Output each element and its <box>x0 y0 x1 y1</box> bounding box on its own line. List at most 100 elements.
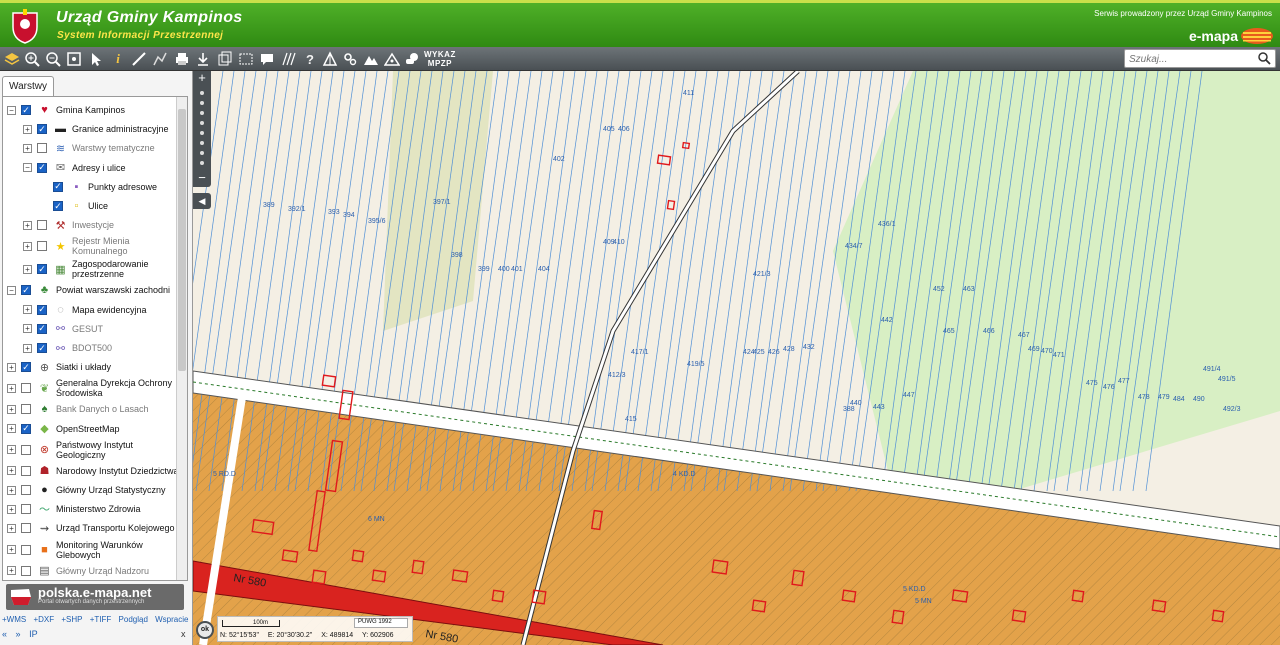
layer-checkbox[interactable]: ✓ <box>37 264 47 275</box>
layer-checkbox[interactable]: ✓ <box>37 162 47 173</box>
layer-item[interactable]: − ✓ ✉ Adresy i ulice <box>23 159 126 177</box>
layer-item[interactable]: + ☗ Narodowy Instytut Dziedzictwa <box>7 462 179 480</box>
layer-checkbox[interactable] <box>37 143 47 154</box>
layer-checkbox[interactable]: ✓ <box>21 423 31 434</box>
layer-checkbox[interactable] <box>21 444 31 455</box>
expand-toggle[interactable]: + <box>7 466 16 476</box>
layer-item[interactable]: + ✓ ◌ Mapa ewidencyjna <box>23 301 147 319</box>
layer-checkbox[interactable] <box>37 241 47 252</box>
layer-item[interactable]: + ⚒ Inwestycje <box>23 216 114 234</box>
layer-item[interactable]: + ✓ ⚯ GESUT <box>23 320 103 338</box>
map-view[interactable]: 411 405 406 402 397/1 389 392/1 393 394 395/6 398 3… <box>193 71 1280 645</box>
zoom-in-icon[interactable] <box>22 49 42 69</box>
expand-toggle[interactable]: + <box>7 445 16 455</box>
layer-checkbox[interactable] <box>21 504 31 515</box>
expand-toggle[interactable]: + <box>23 343 32 353</box>
layer-item[interactable]: + ✓ ▬ Granice administracyjne <box>23 120 169 138</box>
zoom-level-dot[interactable] <box>200 151 204 155</box>
layer-item[interactable]: + ▤ Główny Urząd Nadzoru <box>7 562 149 580</box>
expand-toggle[interactable]: + <box>23 305 32 315</box>
tab-layers[interactable]: Warstwy <box>2 76 54 96</box>
wykaz-mpzp-button[interactable]: WYKAZ MPZP <box>424 50 456 68</box>
mountain-icon[interactable] <box>361 49 381 69</box>
layer-checkbox[interactable] <box>21 544 31 555</box>
expand-toggle[interactable]: + <box>23 143 32 153</box>
zoom-extent-icon[interactable] <box>64 49 84 69</box>
layer-tree-scrollbar[interactable] <box>176 97 187 580</box>
layer-item[interactable]: + ✓ ◆ OpenStreetMap <box>7 420 120 438</box>
zoom-out-icon[interactable] <box>43 49 63 69</box>
pointer-icon[interactable] <box>86 49 106 69</box>
copy-icon[interactable] <box>215 49 235 69</box>
map-canvas[interactable]: 411 405 406 402 397/1 389 392/1 393 394 395/6 398 3… <box>193 71 1280 645</box>
link-support[interactable]: Wspracie <box>155 615 188 624</box>
layer-item[interactable]: + ✓ ▦ Zagospodarowanie przestrzenne <box>23 258 149 280</box>
expand-toggle[interactable]: + <box>7 485 16 495</box>
measure-path-icon[interactable] <box>150 49 170 69</box>
close-panel-button[interactable]: x <box>181 629 186 639</box>
layer-item[interactable]: + ★ Rejestr Mienia Komunalnego <box>23 235 130 257</box>
layer-item[interactable]: + ⇝ Urząd Transportu Kolejowego <box>7 519 175 537</box>
layer-checkbox[interactable]: ✓ <box>21 362 31 373</box>
zoom-level-dot[interactable] <box>200 141 204 145</box>
portal-banner[interactable]: polska.e-mapa.net Portal otwartych danyc… <box>6 584 184 610</box>
expand-toggle[interactable]: + <box>7 404 16 414</box>
emapa-logo-icon[interactable] <box>1240 27 1274 45</box>
zoom-level-dot[interactable] <box>200 111 204 115</box>
layer-item[interactable]: + ✓ ⚯ BDOT500 <box>23 339 112 357</box>
link-dxf[interactable]: +DXF <box>33 615 54 624</box>
expand-toggle[interactable]: + <box>23 124 32 134</box>
search-input[interactable] <box>1129 52 1249 66</box>
expand-toggle[interactable]: − <box>23 163 32 173</box>
collapse-panel-button[interactable]: ◀ <box>193 193 211 209</box>
layer-item[interactable]: + ❦ Generalna Dyrekcja Ochrony Środowiska <box>7 377 172 399</box>
expand-toggle[interactable]: + <box>7 362 16 372</box>
link-preview[interactable]: Podgląd <box>119 615 148 624</box>
layer-item[interactable]: + ⊗ Państwowy Instytut Geologiczny <box>7 439 133 461</box>
expand-toggle[interactable]: − <box>7 285 16 295</box>
expand-toggle[interactable]: + <box>7 523 16 533</box>
zoom-level-dot[interactable] <box>200 101 204 105</box>
layer-checkbox[interactable]: ✓ <box>37 323 47 334</box>
layer-item[interactable]: + ✓ ⊕ Siatki i układy <box>7 358 111 376</box>
settings-icon[interactable] <box>340 49 360 69</box>
layer-item[interactable]: + ■ Monitoring Warunków Glebowych <box>7 539 143 561</box>
weather-icon[interactable] <box>402 49 422 69</box>
layer-checkbox[interactable]: ✓ <box>21 105 31 115</box>
expand-toggle[interactable]: + <box>7 424 16 434</box>
zoom-in-button[interactable]: + <box>193 71 211 85</box>
link-wms[interactable]: +WMS <box>2 615 26 624</box>
layer-checkbox[interactable] <box>21 523 31 534</box>
layer-checkbox[interactable] <box>21 485 31 495</box>
brand-label[interactable]: e-mapa <box>1189 28 1238 44</box>
layer-checkbox[interactable]: ✓ <box>21 285 31 296</box>
terrain-icon[interactable] <box>382 49 402 69</box>
expand-toggle[interactable]: + <box>23 264 32 274</box>
scrollbar-thumb[interactable] <box>178 109 186 371</box>
nav-next[interactable]: » <box>16 629 21 639</box>
expand-toggle[interactable]: − <box>7 105 16 115</box>
projection-select[interactable]: PUWG 1992 <box>354 618 408 628</box>
layer-item[interactable]: ✓ ▫ Ulice <box>39 197 108 215</box>
layer-checkbox[interactable] <box>37 220 47 231</box>
layer-item[interactable]: ✓ ▪ Punkty adresowe <box>39 178 157 196</box>
triangle-icon[interactable] <box>320 49 340 69</box>
layer-item[interactable]: − ✓ ♥ Gmina Kampinos <box>7 101 125 119</box>
layer-checkbox[interactable] <box>21 383 31 394</box>
info-icon[interactable]: i <box>108 49 128 69</box>
ok-button[interactable]: ok <box>196 621 214 639</box>
layer-checkbox[interactable]: ✓ <box>53 201 63 211</box>
layer-checkbox[interactable] <box>21 404 31 415</box>
expand-toggle[interactable]: + <box>23 220 32 230</box>
expand-toggle[interactable]: + <box>23 324 32 334</box>
search-icon[interactable] <box>1257 51 1271 65</box>
expand-toggle[interactable]: + <box>7 383 16 393</box>
expand-toggle[interactable]: + <box>7 504 16 514</box>
download-icon[interactable] <box>193 49 213 69</box>
select-area-icon[interactable] <box>236 49 256 69</box>
layer-item[interactable]: + ● Główny Urząd Statystyczny <box>7 481 166 499</box>
link-shp[interactable]: +SHP <box>61 615 82 624</box>
zoom-level-dot[interactable] <box>200 91 204 95</box>
nav-ip[interactable]: IP <box>29 629 38 639</box>
layer-item[interactable]: + ♠ Bank Danych o Lasach <box>7 400 149 418</box>
